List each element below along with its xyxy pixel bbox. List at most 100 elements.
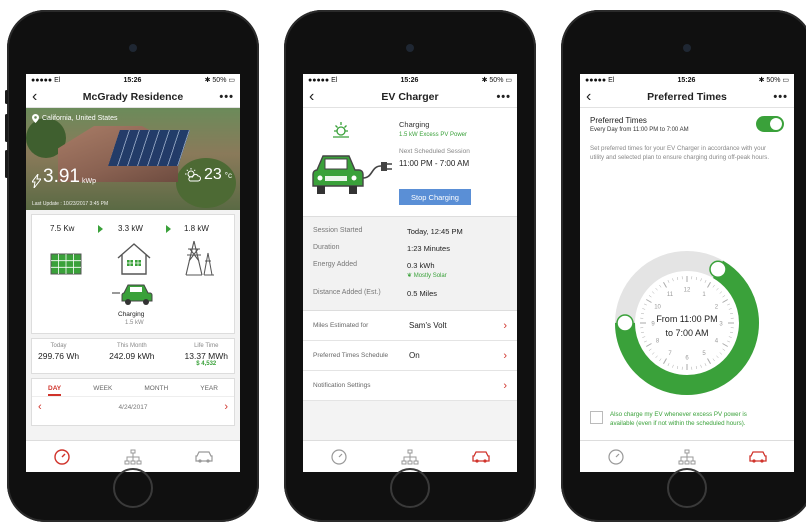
chevron-right-icon: ›	[503, 349, 507, 362]
location-pin-icon	[32, 114, 39, 123]
solar-panels-image	[108, 130, 190, 166]
status-time: 15:26	[677, 76, 696, 84]
charging-label: Charging	[399, 120, 430, 129]
weather-readout: 23 °c	[185, 166, 232, 184]
charging-label: Charging	[118, 311, 145, 318]
dashboard-tab[interactable]	[604, 445, 628, 469]
energy-added-row: Energy Added 0.3 kWh	[313, 261, 435, 270]
schedule-clock-dial[interactable]: 121234567891011 From 11:00 PM to 7:00 AM	[607, 248, 767, 398]
network-tab[interactable]	[398, 445, 422, 469]
last-update-text: Last Update : 10/23/2017 3:45 PM	[32, 201, 109, 207]
carrier-text: ●●●●● El	[308, 76, 338, 84]
home-button[interactable]	[113, 468, 153, 508]
car-icon	[749, 450, 767, 463]
network-icon	[124, 449, 142, 464]
car-icon	[472, 450, 490, 463]
tab-week[interactable]: WEEK	[93, 385, 112, 396]
start-time-handle[interactable]	[709, 260, 727, 279]
notification-settings-row[interactable]: Notification Settings ›	[303, 371, 517, 401]
charging-source-text: 1.5 kW Excess PV Power	[399, 132, 468, 138]
chevron-right-icon: ›	[503, 319, 507, 332]
status-bar: ●●●●● El 15:26 ✱ 50% ▭	[303, 74, 517, 86]
stat-lifetime: Life Time 13.37 MWh $ 4,532	[184, 343, 228, 367]
preferred-times-toggle[interactable]	[756, 116, 784, 132]
more-icon[interactable]: •••	[495, 91, 511, 103]
battery-text: ✱ 50% ▭	[481, 77, 512, 84]
session-started-row: Session Started Today, 12:45 PM	[313, 227, 463, 236]
nav-bar: ‹ McGrady Residence •••	[26, 86, 240, 108]
phone-mockup-3: ●●●●● El 15:26 ✱ 50% ▭ ‹ Preferred Times…	[561, 10, 806, 522]
back-icon[interactable]: ‹	[309, 88, 325, 105]
status-time: 15:26	[400, 76, 419, 84]
stat-today: Today 299.76 Wh	[38, 343, 80, 361]
gauge-icon	[53, 448, 70, 465]
chevron-right-icon: ›	[503, 379, 507, 392]
tab-day[interactable]: DAY	[48, 385, 62, 396]
ev-tab[interactable]	[469, 445, 493, 469]
energy-flow-card: 7.5 Kw 3.3 kW 1.8 kW Charging 1.5 kW	[31, 214, 235, 334]
power-tower-icon	[185, 240, 214, 276]
network-tab[interactable]	[121, 445, 145, 469]
prev-date-icon[interactable]: ‹	[38, 401, 42, 413]
network-icon	[678, 449, 696, 464]
car-icon	[195, 450, 213, 463]
carrier-text: ●●●●● El	[31, 76, 61, 84]
status-bar: ●●●●● El 15:26 ✱ 50% ▭	[26, 74, 240, 86]
miles-estimated-row[interactable]: Miles Estimated for Sam's Volt ›	[303, 311, 517, 341]
preferred-times-row[interactable]: Preferred Times Schedule On ›	[303, 341, 517, 371]
battery-text: ✱ 50% ▭	[758, 77, 789, 84]
preferred-times-screen: ●●●●● El 15:26 ✱ 50% ▭ ‹ Preferred Times…	[580, 74, 794, 472]
next-date-icon[interactable]: ›	[224, 401, 228, 413]
kwp-readout: 3.91 kWp	[32, 166, 96, 188]
end-time-handle[interactable]	[616, 314, 634, 332]
clock-number: 11	[667, 292, 674, 298]
duration-row: Duration 1:23 Minutes	[313, 244, 450, 253]
phone-mockup-2: ●●●●● El 15:26 ✱ 50% ▭ ‹ EV Charger •••	[284, 10, 536, 522]
home-button[interactable]	[667, 468, 707, 508]
status-bar: ●●●●● El 15:26 ✱ 50% ▭	[580, 74, 794, 86]
battery-text: ✱ 50% ▭	[204, 77, 235, 84]
ev-tab[interactable]	[746, 445, 770, 469]
clock-number: 10	[654, 305, 661, 311]
tab-month[interactable]: MONTH	[144, 385, 168, 396]
solar-panel-icon	[50, 253, 82, 275]
location-label: California, United States	[32, 114, 117, 123]
back-icon[interactable]: ‹	[586, 88, 602, 105]
clock-number: 12	[684, 288, 691, 294]
flow-arrow-icon	[166, 225, 171, 233]
stop-charging-button[interactable]: Stop Charging	[399, 189, 471, 205]
distance-added-row: Distance Added (Est.) 0.5 Miles	[313, 289, 438, 298]
energy-stats: Today 299.76 Wh This Month 242.09 kWh Life…	[31, 338, 235, 374]
network-tab[interactable]	[675, 445, 699, 469]
more-icon[interactable]: •••	[218, 91, 234, 103]
clock-to-text: to 7:00 AM	[665, 328, 708, 338]
house-icon	[117, 243, 151, 275]
period-selector: DAY WEEK MONTH YEAR ‹ 4/24/2017 ›	[31, 378, 235, 426]
residence-photo: California, United States 3.91 kWp 23 °c L…	[26, 108, 240, 210]
back-icon[interactable]: ‹	[32, 88, 48, 105]
page-title: EV Charger	[381, 90, 439, 103]
flow-arrow-icon	[98, 225, 103, 233]
lightning-icon	[32, 174, 41, 188]
ev-car-icon	[112, 284, 153, 305]
nav-bar: ‹ Preferred Times •••	[580, 86, 794, 108]
preferred-times-description: Set preferred times for your EV Charger …	[590, 145, 770, 161]
gauge-icon	[608, 448, 624, 465]
tab-year[interactable]: YEAR	[200, 385, 218, 396]
home-button[interactable]	[390, 468, 430, 508]
excess-pv-checkbox[interactable]	[590, 411, 603, 424]
ev-charger-screen: ●●●●● El 15:26 ✱ 50% ▭ ‹ EV Charger •••	[303, 74, 517, 472]
front-camera	[683, 44, 691, 52]
more-icon[interactable]: •••	[772, 91, 788, 103]
partly-sunny-icon	[185, 168, 201, 182]
gauge-icon	[331, 448, 347, 465]
home-screen: ●●●●● El 15:26 ✱ 50% ▭ ‹ McGrady Residen…	[26, 74, 240, 472]
mostly-solar-row: ❦ Mostly Solar	[313, 272, 507, 279]
front-camera	[406, 44, 414, 52]
dashboard-tab[interactable]	[327, 445, 351, 469]
next-session-label: Next Scheduled Session	[399, 148, 470, 155]
phone-mockup-1: ●●●●● El 15:26 ✱ 50% ▭ ‹ McGrady Residen…	[5, 10, 259, 522]
stat-month: This Month 242.09 kWh	[109, 343, 155, 361]
dashboard-tab[interactable]	[50, 445, 74, 469]
ev-tab[interactable]	[192, 445, 216, 469]
